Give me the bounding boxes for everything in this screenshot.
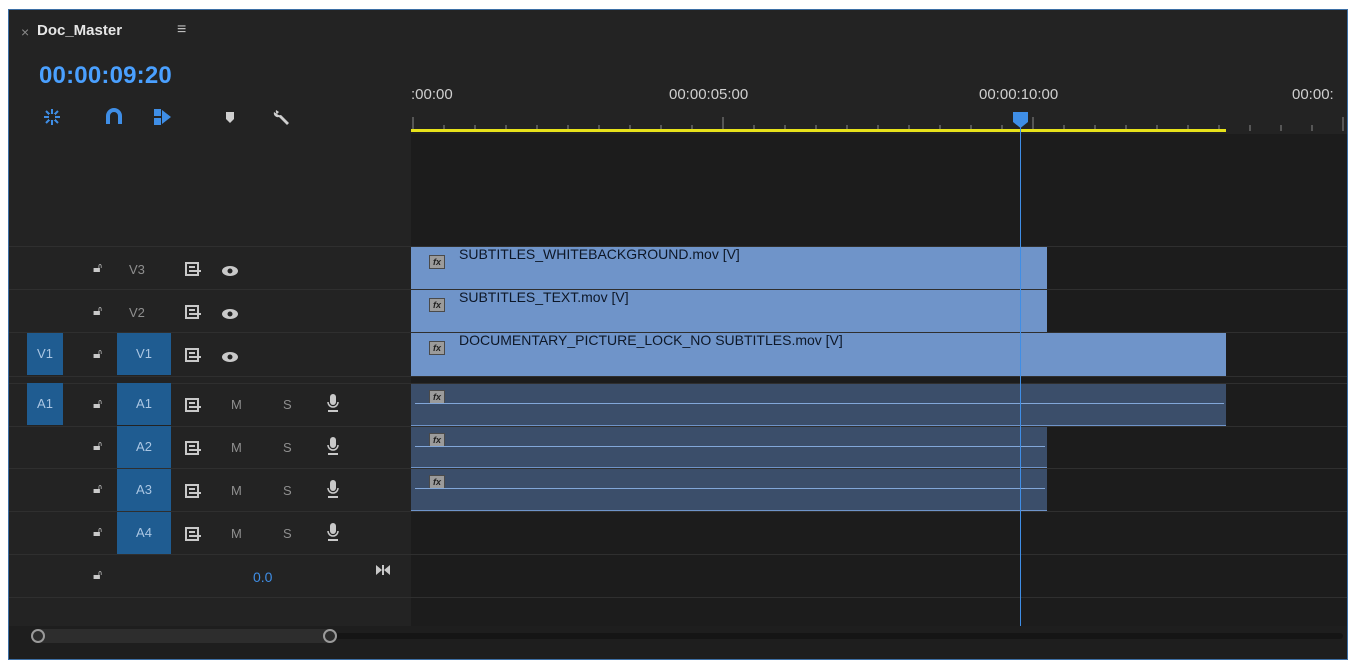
clip-title: SUBTITLES_TEXT.mov [V] xyxy=(459,289,629,305)
source-patch-a1[interactable]: A1 xyxy=(27,383,63,425)
lock-icon[interactable]: 🔓︎ xyxy=(93,395,102,412)
mute-button[interactable]: M xyxy=(231,397,242,412)
track-label-a3[interactable]: A3 xyxy=(117,469,171,511)
clip-v2[interactable]: fx SUBTITLES_TEXT.mov [V] xyxy=(411,289,1047,332)
linked-selection-icon[interactable] xyxy=(151,106,173,128)
clip-v3[interactable]: fx SUBTITLES_WHITEBACKGROUND.mov [V] xyxy=(411,246,1047,289)
ruler-label: 00:00:10:00 xyxy=(979,86,1059,103)
solo-button[interactable]: S xyxy=(283,526,292,541)
master-volume-value[interactable]: 0.0 xyxy=(253,569,272,585)
timeline-panel: × Doc_Master ≡ 00:00:09:20 :00:00 00:00:… xyxy=(8,9,1348,660)
mute-button[interactable]: M xyxy=(231,440,242,455)
work-area-bar[interactable] xyxy=(411,129,1226,132)
mute-button[interactable]: M xyxy=(231,483,242,498)
track-label-a1[interactable]: A1 xyxy=(117,383,171,425)
sync-lock-icon[interactable] xyxy=(185,484,203,503)
track-headers xyxy=(9,134,411,626)
clip-a1[interactable]: fx xyxy=(411,384,1226,426)
scroll-thumb[interactable] xyxy=(33,629,335,643)
solo-button[interactable]: S xyxy=(283,483,292,498)
microphone-icon[interactable] xyxy=(327,522,339,547)
eye-icon[interactable] xyxy=(221,307,239,325)
clip-a2[interactable]: fx xyxy=(411,427,1047,468)
sync-lock-icon[interactable] xyxy=(185,398,203,417)
track-label-v2[interactable]: V2 xyxy=(129,305,145,320)
snap-magnet-icon[interactable] xyxy=(103,106,125,128)
ruler-label: 00:00:05:00 xyxy=(669,86,749,103)
sync-lock-icon[interactable] xyxy=(185,441,203,460)
track-label-v1[interactable]: V1 xyxy=(117,333,171,375)
playhead-handle[interactable] xyxy=(1012,111,1029,129)
fx-badge-icon: fx xyxy=(429,433,445,447)
lock-icon[interactable]: 🔓︎ xyxy=(93,302,102,319)
playhead-timecode[interactable]: 00:00:09:20 xyxy=(39,62,172,90)
fx-badge-icon: fx xyxy=(429,475,445,489)
lock-icon[interactable]: 🔓︎ xyxy=(93,345,102,362)
ruler-label: 00:00: xyxy=(1292,86,1334,103)
lock-icon[interactable]: 🔓︎ xyxy=(93,437,102,454)
mute-button[interactable]: M xyxy=(231,526,242,541)
clip-area[interactable] xyxy=(411,134,1347,626)
track-label-a4[interactable]: A4 xyxy=(117,512,171,554)
add-marker-icon[interactable] xyxy=(219,106,241,128)
zoom-handle-left[interactable] xyxy=(31,629,45,643)
solo-button[interactable]: S xyxy=(283,440,292,455)
clip-a3[interactable]: fx xyxy=(411,469,1047,511)
sync-lock-icon[interactable] xyxy=(185,305,203,324)
microphone-icon[interactable] xyxy=(327,393,339,418)
zoom-handle-right[interactable] xyxy=(323,629,337,643)
eye-icon[interactable] xyxy=(221,264,239,282)
lock-icon[interactable]: 🔓︎ xyxy=(93,566,102,583)
lock-icon[interactable]: 🔓︎ xyxy=(93,523,102,540)
source-patch-v1[interactable]: V1 xyxy=(27,333,63,375)
lock-icon[interactable]: 🔓︎ xyxy=(93,480,102,497)
clip-title: DOCUMENTARY_PICTURE_LOCK_NO SUBTITLES.mo… xyxy=(459,332,843,348)
sequence-tab-title[interactable]: Doc_Master xyxy=(37,22,122,39)
volume-line[interactable] xyxy=(415,446,1045,447)
track-label-v3[interactable]: V3 xyxy=(129,262,145,277)
lock-icon[interactable]: 🔓︎ xyxy=(93,259,102,276)
microphone-icon[interactable] xyxy=(327,436,339,461)
fx-badge-icon: fx xyxy=(429,390,445,404)
sync-lock-icon[interactable] xyxy=(185,262,203,281)
sync-lock-icon[interactable] xyxy=(185,348,203,367)
ruler-label: :00:00 xyxy=(411,86,453,103)
clip-title: SUBTITLES_WHITEBACKGROUND.mov [V] xyxy=(459,246,740,262)
wrench-settings-icon[interactable] xyxy=(271,106,293,128)
trim-icon[interactable] xyxy=(375,563,391,581)
panel-menu-icon[interactable]: ≡ xyxy=(177,21,186,39)
insert-nest-icon[interactable] xyxy=(41,106,63,128)
volume-line[interactable] xyxy=(415,488,1045,489)
fx-badge-icon: fx xyxy=(429,255,445,269)
fx-badge-icon: fx xyxy=(429,298,445,312)
track-label-a2[interactable]: A2 xyxy=(117,426,171,468)
eye-icon[interactable] xyxy=(221,350,239,368)
microphone-icon[interactable] xyxy=(327,479,339,504)
solo-button[interactable]: S xyxy=(283,397,292,412)
close-tab-button[interactable]: × xyxy=(21,24,29,40)
clip-v1[interactable]: fx DOCUMENTARY_PICTURE_LOCK_NO SUBTITLES… xyxy=(411,332,1226,376)
playhead-line[interactable] xyxy=(1020,120,1021,626)
volume-line[interactable] xyxy=(415,403,1224,404)
fx-badge-icon: fx xyxy=(429,341,445,355)
sync-lock-icon[interactable] xyxy=(185,527,203,546)
